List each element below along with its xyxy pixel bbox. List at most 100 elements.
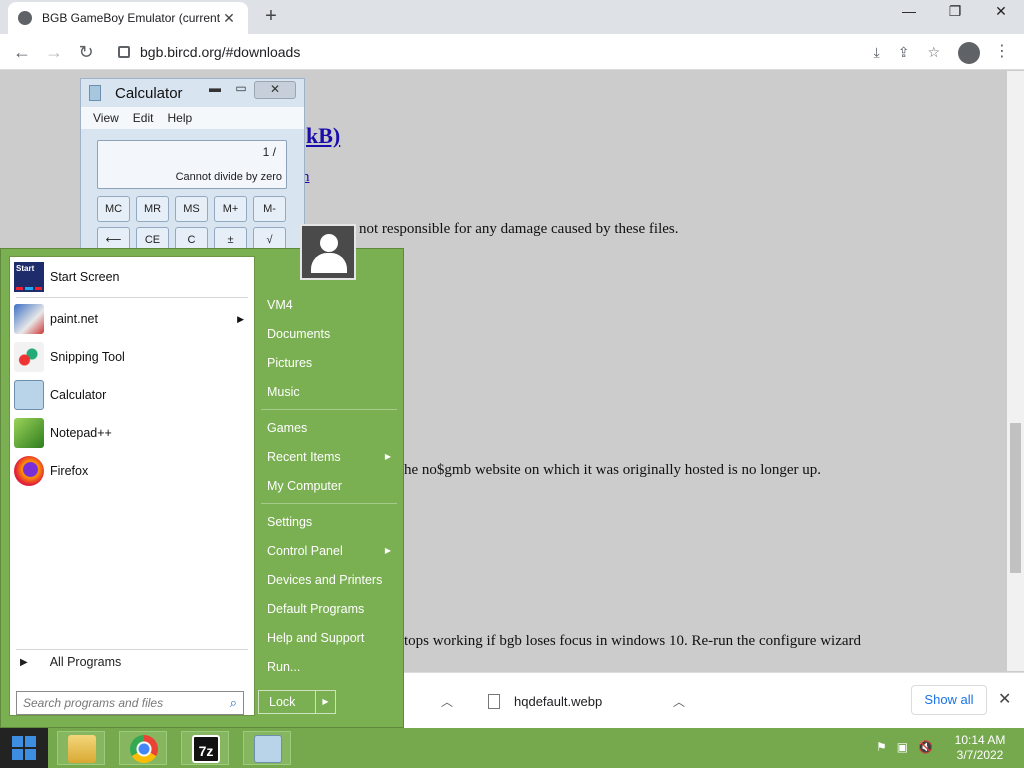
scrollbar-thumb[interactable] xyxy=(1010,423,1021,573)
reload-icon[interactable]: ↻ xyxy=(74,40,98,64)
start-right-devices-printers[interactable]: Devices and Printers xyxy=(267,569,397,591)
start-item-paintnet[interactable]: paint.net ▶ xyxy=(14,301,250,337)
taskbar: 7z ⚑ ▣ 🔇 10:14 AM 3/7/2022 xyxy=(0,728,1024,768)
submenu-arrow-icon: ▶ xyxy=(384,452,391,461)
calc-result: Cannot divide by zero xyxy=(175,171,282,183)
start-item-firefox[interactable]: Firefox xyxy=(14,453,250,489)
calc-maximize-button[interactable]: ▭ xyxy=(228,81,254,99)
share-icon[interactable]: ⇪ xyxy=(898,44,910,61)
calc-ms-button[interactable]: MS xyxy=(175,196,208,222)
menu-help[interactable]: Help xyxy=(167,111,192,125)
close-download-bar-icon[interactable]: ✕ xyxy=(998,689,1011,709)
calculator-window[interactable]: Calculator ▬ ▭ ✕ View Edit Help 1 / Cann… xyxy=(80,78,305,253)
start-item-calculator[interactable]: Calculator xyxy=(14,377,250,413)
menu-edit[interactable]: Edit xyxy=(133,111,154,125)
chevron-up-icon[interactable]: ︿ xyxy=(441,693,453,710)
network-icon[interactable]: ▣ xyxy=(897,740,908,754)
start-right-pictures[interactable]: Pictures xyxy=(267,352,397,374)
start-screen-icon: Start xyxy=(14,262,44,292)
close-window-button[interactable]: ✕ xyxy=(978,0,1024,24)
start-search-input[interactable]: Search programs and files ⌕ xyxy=(16,691,244,715)
start-right-default-programs[interactable]: Default Programs xyxy=(267,598,397,620)
submenu-arrow-icon: ▶ xyxy=(237,313,244,324)
start-screen-icon-text: Start xyxy=(16,264,35,273)
lock-icon xyxy=(118,46,130,58)
all-programs-button[interactable]: ▶ All Programs xyxy=(20,655,121,669)
start-right-documents[interactable]: Documents xyxy=(267,323,397,345)
calculator-display: 1 / Cannot divide by zero xyxy=(97,140,287,189)
bookmark-star-icon[interactable]: ☆ xyxy=(927,44,940,61)
profile-avatar-icon[interactable] xyxy=(958,42,980,64)
calc-mminus-button[interactable]: M- xyxy=(253,196,286,222)
windows10-note-text: tops working if bgb loses focus in windo… xyxy=(404,633,862,649)
start-item-label: Start Screen xyxy=(50,270,120,284)
start-right-my-computer[interactable]: My Computer xyxy=(267,475,397,497)
start-item-start-screen[interactable]: Start Start Screen xyxy=(14,259,250,295)
firefox-icon xyxy=(14,456,44,486)
taskbar-chrome[interactable] xyxy=(119,731,167,765)
action-center-flag-icon[interactable]: ⚑ xyxy=(876,740,887,754)
restore-button[interactable]: ❐ xyxy=(932,0,978,24)
address-bar[interactable]: bgb.bircd.org/#downloads ⤓ ⇪ ☆ xyxy=(104,38,948,66)
start-right-settings[interactable]: Settings xyxy=(267,511,397,533)
lock-button[interactable]: Lock ▶ xyxy=(258,690,336,714)
taskbar-clock[interactable]: 10:14 AM 3/7/2022 xyxy=(950,733,1010,763)
calculator-titlebar[interactable]: Calculator ▬ ▭ ✕ xyxy=(81,79,304,107)
search-placeholder: Search programs and files xyxy=(23,696,164,710)
start-right-control-panel[interactable]: Control Panel ▶ xyxy=(267,540,397,562)
calc-mr-button[interactable]: MR xyxy=(136,196,169,222)
windows-logo-icon xyxy=(12,736,37,760)
start-item-label: paint.net xyxy=(50,312,98,326)
menu-dots-icon[interactable]: ⋮ xyxy=(994,41,1010,61)
calc-mplus-button[interactable]: M+ xyxy=(214,196,247,222)
browser-toolbar: ← → ↻ bgb.bircd.org/#downloads ⤓ ⇪ ☆ ⋮ xyxy=(0,34,1024,70)
download-size-link[interactable]: kB) xyxy=(306,123,340,149)
new-tab-button[interactable]: + xyxy=(260,5,282,27)
start-item-label: Notepad++ xyxy=(50,426,112,440)
start-item-snipping-tool[interactable]: Snipping Tool xyxy=(14,339,250,375)
download-blocked-icon[interactable]: ⤓ xyxy=(874,44,880,61)
browser-tab[interactable]: BGB GameBoy Emulator (current ✕ xyxy=(8,2,248,34)
all-programs-label: All Programs xyxy=(49,655,122,669)
chevron-up-icon[interactable]: ︿ xyxy=(673,693,685,710)
user-picture-icon[interactable] xyxy=(300,224,356,280)
start-item-notepadpp[interactable]: Notepad++ xyxy=(14,415,250,451)
hosting-note-text: he no$gmb website on which it was origin… xyxy=(404,462,822,478)
calc-close-button[interactable]: ✕ xyxy=(254,81,296,99)
file-icon xyxy=(488,693,500,709)
start-right-games[interactable]: Games xyxy=(267,417,397,439)
calculator-menu: View Edit Help xyxy=(81,107,304,129)
search-icon[interactable]: ⌕ xyxy=(230,695,237,711)
start-right-help-support[interactable]: Help and Support xyxy=(267,627,397,649)
calculator-icon xyxy=(254,735,282,763)
sevenzip-icon: 7z xyxy=(192,735,220,763)
start-right-user[interactable]: VM4 xyxy=(267,294,397,316)
calc-minimize-button[interactable]: ▬ xyxy=(202,81,228,99)
lock-options-arrow-icon[interactable]: ▶ xyxy=(315,691,335,713)
taskbar-file-explorer[interactable] xyxy=(57,731,105,765)
show-all-button[interactable]: Show all xyxy=(911,685,987,715)
url-text[interactable]: bgb.bircd.org/#downloads xyxy=(140,44,874,60)
system-tray: ⚑ ▣ 🔇 xyxy=(876,740,933,754)
right-triangle-icon: ▶ xyxy=(20,656,28,668)
volume-muted-icon[interactable]: 🔇 xyxy=(918,740,933,754)
tab-close-icon[interactable]: ✕ xyxy=(220,10,238,27)
forward-arrow-icon[interactable]: → xyxy=(42,40,66,64)
calc-mc-button[interactable]: MC xyxy=(97,196,130,222)
download-item[interactable]: hqdefault.webp xyxy=(488,687,602,715)
minimize-button[interactable]: — xyxy=(886,0,932,24)
start-right-recent-items[interactable]: Recent Items ▶ xyxy=(267,446,397,468)
disclaimer-text: not responsible for any damage caused by… xyxy=(359,221,679,237)
start-button[interactable] xyxy=(0,728,48,768)
taskbar-calculator[interactable] xyxy=(243,731,291,765)
menu-view[interactable]: View xyxy=(93,111,119,125)
window-controls: — ❐ ✕ xyxy=(886,0,1024,34)
submenu-arrow-icon: ▶ xyxy=(384,546,391,555)
back-arrow-icon[interactable]: ← xyxy=(10,40,34,64)
separator xyxy=(16,297,248,298)
start-right-run[interactable]: Run... xyxy=(267,656,397,678)
taskbar-7zip[interactable]: 7z xyxy=(181,731,229,765)
globe-icon xyxy=(18,11,32,25)
start-right-music[interactable]: Music xyxy=(267,381,397,403)
page-scrollbar[interactable] xyxy=(1007,71,1024,671)
